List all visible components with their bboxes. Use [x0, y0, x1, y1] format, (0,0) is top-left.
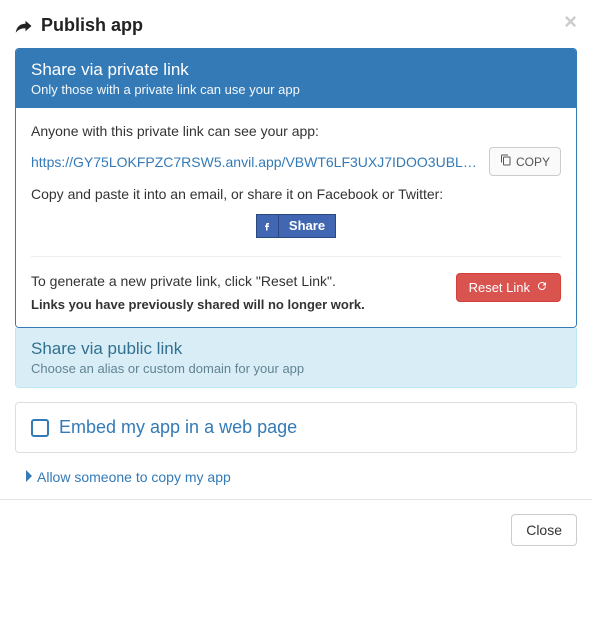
share-arrow-icon — [15, 18, 33, 34]
reset-warning: Links you have previously shared will no… — [31, 297, 444, 312]
copy-paste-text: Copy and paste it into an email, or shar… — [31, 186, 561, 202]
close-icon[interactable]: × — [564, 11, 577, 33]
close-button[interactable]: Close — [511, 514, 577, 546]
embed-toggle[interactable]: Embed my app in a web page — [31, 417, 561, 438]
private-link-heading[interactable]: Share via private link Only those with a… — [16, 49, 576, 108]
copy-label: COPY — [516, 155, 550, 169]
private-link-title: Share via private link — [31, 60, 561, 80]
private-link-body: Anyone with this private link can see yo… — [16, 108, 576, 327]
copy-icon — [500, 154, 512, 169]
facebook-share-label: Share — [279, 215, 335, 237]
facebook-share-button[interactable]: Share — [256, 214, 336, 238]
copy-button[interactable]: COPY — [489, 147, 561, 176]
embed-title-text: Embed my app in a web page — [59, 417, 297, 438]
link-row: https://GY75LOKFPZC7RSW5.anvil.app/VBWT6… — [31, 147, 561, 176]
public-link-panel: Share via public link Choose an alias or… — [15, 328, 577, 388]
publish-modal: Publish app × Share via private link Onl… — [0, 0, 592, 560]
private-link-url[interactable]: https://GY75LOKFPZC7RSW5.anvil.app/VBWT6… — [31, 154, 481, 170]
private-link-panel: Share via private link Only those with a… — [15, 48, 577, 328]
reset-row: To generate a new private link, click "R… — [31, 273, 561, 312]
modal-footer: Close — [0, 499, 592, 560]
fb-share-wrapper: Share — [31, 214, 561, 238]
allow-copy-label: Allow someone to copy my app — [37, 469, 231, 485]
facebook-icon — [257, 215, 279, 237]
reset-link-button[interactable]: Reset Link — [456, 273, 561, 302]
modal-title-text: Publish app — [41, 15, 143, 36]
public-link-heading[interactable]: Share via public link Choose an alias or… — [16, 328, 576, 387]
reset-intro: To generate a new private link, click "R… — [31, 273, 444, 289]
embed-panel: Embed my app in a web page — [15, 402, 577, 453]
checkbox-icon[interactable] — [31, 419, 49, 437]
allow-copy-link[interactable]: Allow someone to copy my app — [15, 467, 577, 499]
modal-title: Publish app — [15, 15, 143, 36]
private-link-subtitle: Only those with a private link can use y… — [31, 82, 561, 97]
divider — [31, 256, 561, 257]
chevron-right-icon — [25, 469, 33, 485]
private-link-intro: Anyone with this private link can see yo… — [31, 123, 561, 139]
reset-link-label: Reset Link — [469, 280, 530, 295]
public-link-title: Share via public link — [31, 339, 561, 359]
refresh-icon — [536, 280, 548, 295]
modal-header: Publish app × — [15, 15, 577, 48]
reset-text-block: To generate a new private link, click "R… — [31, 273, 444, 312]
public-link-subtitle: Choose an alias or custom domain for you… — [31, 361, 561, 376]
